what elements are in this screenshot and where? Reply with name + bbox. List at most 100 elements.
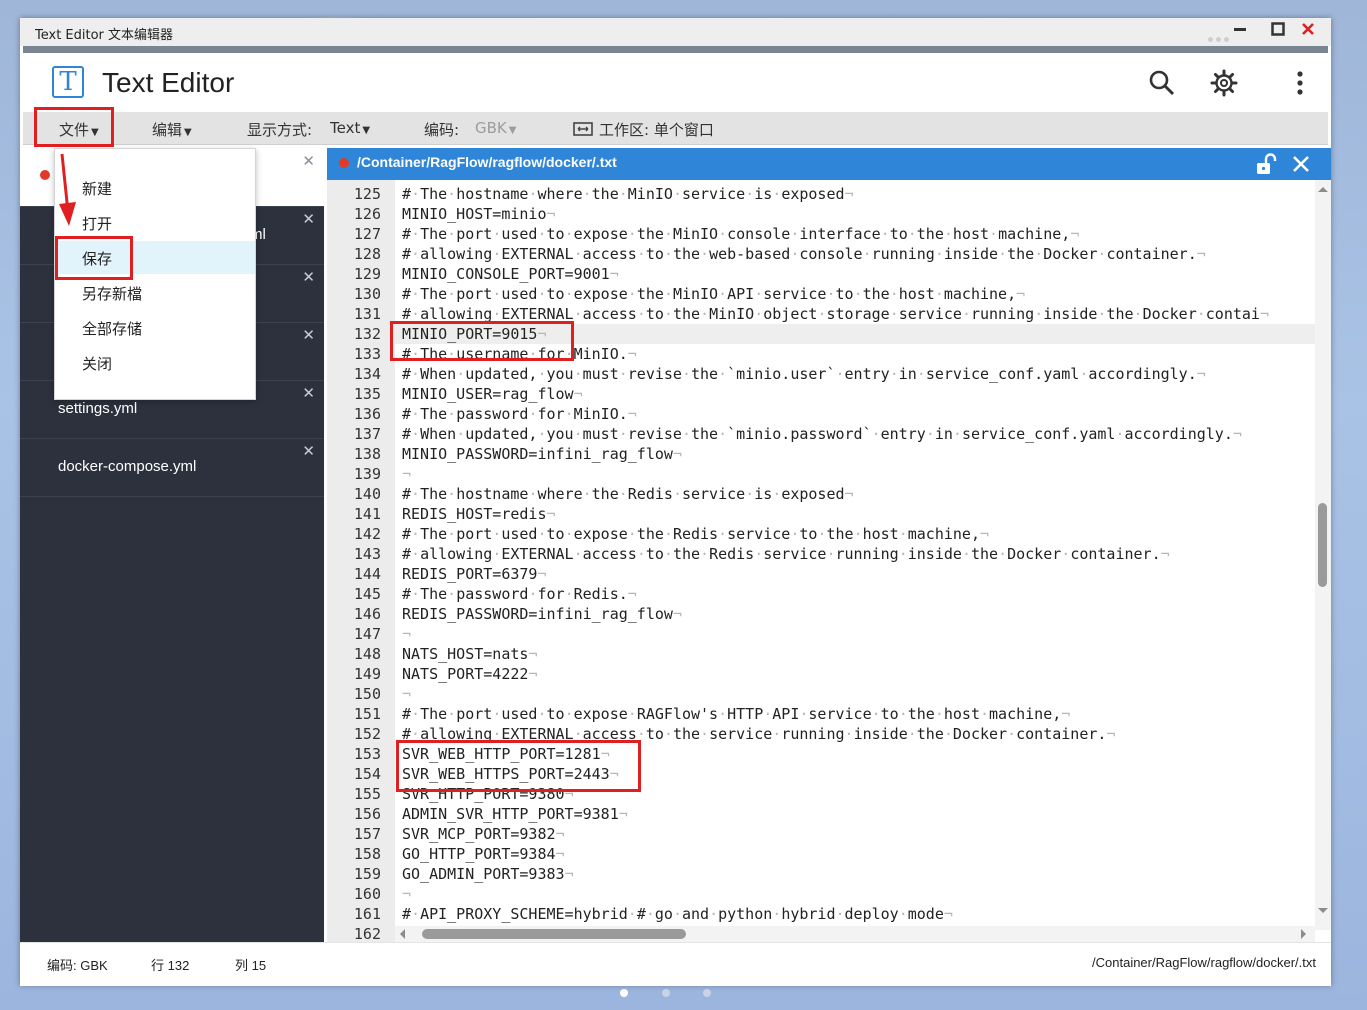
code-line[interactable]: #·The·port·used·to·expose·the·Redis·serv… bbox=[395, 524, 1315, 544]
code-line[interactable]: MINIO_CONSOLE_PORT=9001¬ bbox=[395, 264, 1315, 284]
close-button[interactable] bbox=[1298, 21, 1318, 41]
code-line[interactable]: #·The·port·used·to·expose·the·MinIO·cons… bbox=[395, 224, 1315, 244]
code-line[interactable]: #·When·updated,·you·must·revise·the·`min… bbox=[395, 424, 1315, 444]
more-options-button[interactable] bbox=[1286, 69, 1314, 97]
code-line[interactable]: #·allowing·EXTERNAL·access·to·the·web-ba… bbox=[395, 244, 1315, 264]
desktop-page-indicator[interactable] bbox=[620, 989, 628, 997]
code-line[interactable]: GO_ADMIN_PORT=9383¬ bbox=[395, 864, 1315, 884]
code-line[interactable]: GO_HTTP_PORT=9384¬ bbox=[395, 844, 1315, 864]
close-tab-icon[interactable]: ✕ bbox=[302, 384, 315, 402]
code-line[interactable]: REDIS_PORT=6379¬ bbox=[395, 564, 1315, 584]
whitespace-marker-icon: · bbox=[537, 365, 547, 383]
line-end-marker-icon: ¬ bbox=[672, 605, 682, 623]
whitespace-marker-icon: · bbox=[853, 525, 863, 543]
desktop-page-indicator[interactable] bbox=[703, 989, 711, 997]
code-line[interactable]: #·API_PROXY_SCHEME=hybrid·#·go·and·pytho… bbox=[395, 904, 1315, 924]
code-line[interactable]: #·The·hostname·where·the·Redis·service·i… bbox=[395, 484, 1315, 504]
menu-item-save-all[interactable]: 全部存储 bbox=[55, 311, 255, 344]
code-line[interactable]: NATS_PORT=4222¬ bbox=[395, 664, 1315, 684]
code-line[interactable]: #·The·port·used·to·expose·the·MinIO·API·… bbox=[395, 284, 1315, 304]
code-line[interactable]: ¬ bbox=[395, 884, 1315, 904]
code-text-area[interactable]: #·The·hostname·where·the·MinIO·service·i… bbox=[395, 180, 1315, 930]
code-line-text: REDIS_PASSWORD=infini_rag_flow¬ bbox=[402, 605, 682, 623]
close-tab-icon[interactable]: ✕ bbox=[302, 326, 315, 344]
unlock-button[interactable] bbox=[1254, 152, 1278, 176]
close-tab-icon[interactable]: ✕ bbox=[302, 442, 315, 460]
search-button[interactable] bbox=[1148, 69, 1176, 97]
editor-pane: /Container/RagFlow/ragflow/docker/.txt 1… bbox=[327, 148, 1331, 943]
menu-item-save-as[interactable]: 另存新檔 bbox=[55, 276, 255, 309]
line-number: 127 bbox=[353, 225, 381, 243]
display-mode-select[interactable]: Text ▼ bbox=[330, 119, 370, 137]
code-line[interactable]: #·The·hostname·where·the·MinIO·service·i… bbox=[395, 184, 1315, 204]
line-number: 158 bbox=[353, 845, 381, 863]
close-tab-icon[interactable]: ✕ bbox=[302, 152, 315, 170]
whitespace-marker-icon: · bbox=[663, 305, 673, 323]
code-line[interactable]: MINIO_USER=rag_flow¬ bbox=[395, 384, 1315, 404]
whitespace-marker-icon: · bbox=[627, 905, 637, 923]
editor-file-path: /Container/RagFlow/ragflow/docker/.txt bbox=[357, 154, 617, 170]
close-file-button[interactable] bbox=[1289, 152, 1313, 176]
close-tab-icon[interactable]: ✕ bbox=[302, 268, 315, 286]
menu-item-open[interactable]: 打开 bbox=[55, 206, 255, 239]
code-line[interactable]: NATS_HOST=nats¬ bbox=[395, 644, 1315, 664]
code-line-text: #·The·port·used·to·expose·the·MinIO·cons… bbox=[402, 225, 1080, 243]
close-tab-icon[interactable]: ✕ bbox=[302, 210, 315, 228]
maximize-button[interactable] bbox=[1268, 21, 1288, 41]
code-line[interactable]: ¬ bbox=[395, 464, 1315, 484]
horizontal-scrollbar[interactable] bbox=[395, 926, 1315, 942]
code-line[interactable]: MINIO_PASSWORD=infini_rag_flow¬ bbox=[395, 444, 1315, 464]
whitespace-marker-icon: · bbox=[1097, 245, 1107, 263]
line-end-marker-icon: ¬ bbox=[546, 505, 556, 523]
code-line[interactable]: #·The·password·for·MinIO.¬ bbox=[395, 404, 1315, 424]
line-number: 146 bbox=[353, 605, 381, 623]
code-line[interactable]: #·The·port·used·to·expose·RAGFlow's·HTTP… bbox=[395, 704, 1315, 724]
code-line[interactable]: REDIS_HOST=redis¬ bbox=[395, 504, 1315, 524]
whitespace-marker-icon: · bbox=[411, 225, 421, 243]
code-line-text: GO_HTTP_PORT=9384¬ bbox=[402, 845, 565, 863]
line-end-marker-icon: ¬ bbox=[980, 525, 990, 543]
line-number: 152 bbox=[353, 725, 381, 743]
line-end-marker-icon: ¬ bbox=[1232, 425, 1242, 443]
code-line[interactable]: MINIO_HOST=minio¬ bbox=[395, 204, 1315, 224]
code-line-text: REDIS_PORT=6379¬ bbox=[402, 565, 547, 583]
whitespace-marker-icon: · bbox=[871, 705, 881, 723]
menu-item-close[interactable]: 关闭 bbox=[55, 346, 255, 379]
file-tab[interactable]: docker-compose.yml ✕ bbox=[20, 438, 324, 497]
code-line[interactable]: REDIS_PASSWORD=infini_rag_flow¬ bbox=[395, 604, 1315, 624]
whitespace-marker-icon: · bbox=[411, 485, 421, 503]
whitespace-marker-icon: · bbox=[1097, 305, 1107, 323]
scroll-left-icon bbox=[400, 929, 405, 939]
settings-button[interactable] bbox=[1210, 69, 1238, 97]
line-number: 155 bbox=[353, 785, 381, 803]
line-end-marker-icon: ¬ bbox=[528, 645, 538, 663]
whitespace-marker-icon: · bbox=[582, 185, 592, 203]
whitespace-marker-icon: · bbox=[627, 285, 637, 303]
code-line[interactable]: #·When·updated,·you·must·revise·the·`min… bbox=[395, 364, 1315, 384]
whitespace-marker-icon: · bbox=[772, 185, 782, 203]
code-line[interactable]: ¬ bbox=[395, 624, 1315, 644]
code-line[interactable]: ADMIN_SVR_HTTP_PORT=9381¬ bbox=[395, 804, 1315, 824]
line-end-marker-icon: ¬ bbox=[546, 205, 556, 223]
edit-menu-button[interactable]: 编辑 ▼ bbox=[152, 119, 192, 140]
code-line[interactable]: #·allowing·EXTERNAL·access·to·the·Redis·… bbox=[395, 544, 1315, 564]
code-line[interactable]: #·The·password·for·Redis.¬ bbox=[395, 584, 1315, 604]
desktop-page-indicator[interactable] bbox=[662, 989, 670, 997]
whitespace-marker-icon: · bbox=[862, 245, 872, 263]
whitespace-marker-icon: · bbox=[826, 285, 836, 303]
workspace-button[interactable]: 工作区: 单个窗口 bbox=[573, 119, 714, 140]
code-line[interactable]: ¬ bbox=[395, 684, 1315, 704]
menu-item-new[interactable]: 新建 bbox=[55, 171, 255, 204]
line-end-marker-icon: ¬ bbox=[627, 585, 637, 603]
vertical-scrollbar[interactable] bbox=[1315, 180, 1331, 930]
vertical-scroll-thumb[interactable] bbox=[1318, 503, 1327, 587]
whitespace-marker-icon: · bbox=[681, 425, 691, 443]
code-line-text: MINIO_CONSOLE_PORT=9001¬ bbox=[402, 265, 619, 283]
minimize-button[interactable] bbox=[1230, 21, 1250, 41]
whitespace-marker-icon: · bbox=[709, 905, 719, 923]
code-line[interactable]: SVR_MCP_PORT=9382¬ bbox=[395, 824, 1315, 844]
horizontal-scroll-thumb[interactable] bbox=[422, 929, 686, 939]
line-number: 135 bbox=[353, 385, 381, 403]
encoding-select[interactable]: GBK ▼ bbox=[475, 119, 516, 137]
status-file-path: /Container/RagFlow/ragflow/docker/.txt bbox=[1092, 955, 1316, 970]
